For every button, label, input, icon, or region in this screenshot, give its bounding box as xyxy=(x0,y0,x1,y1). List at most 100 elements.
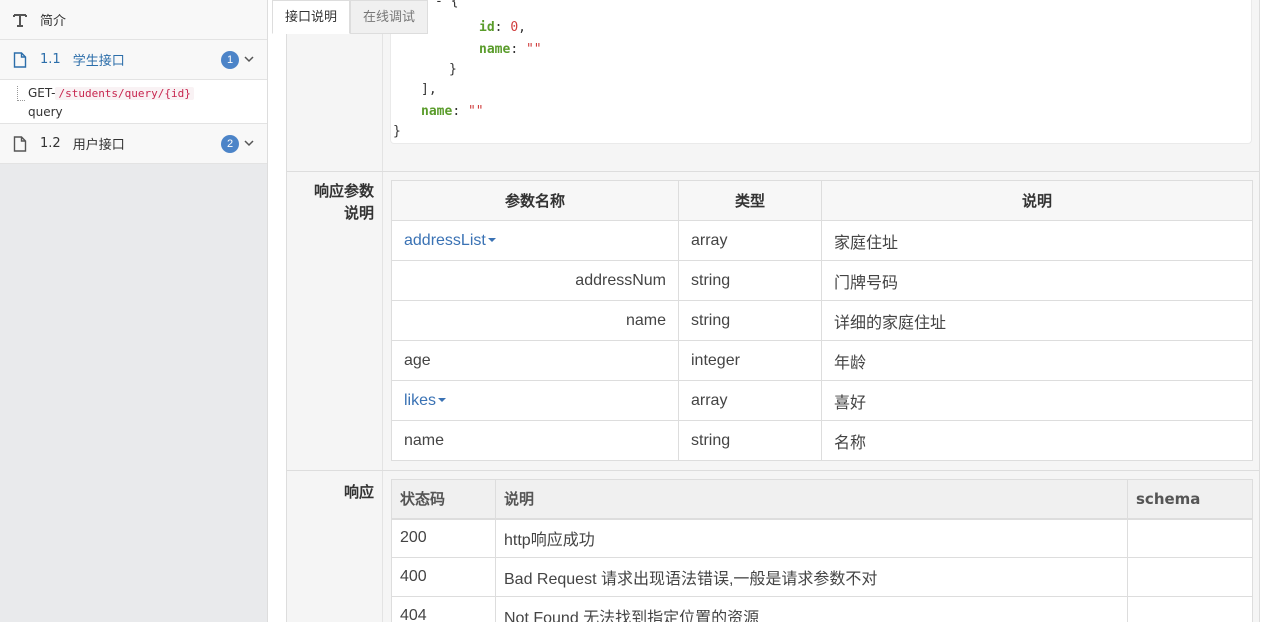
sidebar-item-students[interactable]: 1.1 学生接口 1 xyxy=(0,40,267,80)
sidebar-item-number: 1.2 xyxy=(40,136,61,151)
json-value: 0 xyxy=(510,20,519,35)
status-code-cell: 404 xyxy=(391,596,496,622)
json-example: - { id: 0, name: "" } ], name: "" } xyxy=(390,0,1252,144)
sidebar-item-label: 用户接口 xyxy=(72,138,125,153)
count-badge: 2 xyxy=(221,135,239,153)
table-row: name string 详细的家庭住址 xyxy=(391,300,1253,341)
row-label-line: 说明 xyxy=(343,204,374,222)
code-line: name: "" xyxy=(479,42,542,57)
param-type-cell: array xyxy=(678,380,822,421)
table-row: 404 Not Found 无法找到指定位置的资源 xyxy=(391,596,1253,622)
param-name-cell: age xyxy=(391,340,679,381)
chevron-down-icon[interactable] xyxy=(243,53,255,65)
param-name-cell: name xyxy=(391,300,679,341)
text-icon xyxy=(12,12,28,28)
tab-online-debug[interactable]: 在线调试 xyxy=(350,0,429,34)
table-row: name string 名称 xyxy=(391,420,1253,461)
response-params-row: 响应参数 说明 参数名称 类型 说明 addressList array 家庭住… xyxy=(287,172,1259,471)
param-type-cell: string xyxy=(678,260,822,301)
responses-row: 响应 状态码 说明 schema 200 http响应成功 400 Bad Re… xyxy=(287,471,1259,622)
table-row: addressNum string 门牌号码 xyxy=(391,260,1253,301)
param-type-cell: array xyxy=(678,220,822,261)
param-name-cell: addressNum xyxy=(391,260,679,301)
param-name-cell[interactable]: addressList xyxy=(391,220,679,261)
status-desc-cell: http响应成功 xyxy=(495,518,1128,558)
tab-api-doc[interactable]: 接口说明 xyxy=(272,0,351,34)
code-line: } xyxy=(449,62,457,77)
expand-link[interactable]: addressList xyxy=(404,232,486,249)
code-line: name: "" xyxy=(421,104,484,119)
row-label: 响应 xyxy=(343,483,374,501)
expand-link[interactable]: likes xyxy=(404,392,436,409)
param-type-cell: integer xyxy=(678,340,822,381)
table-row: likes array 喜好 xyxy=(391,380,1253,421)
param-type-cell: string xyxy=(678,420,822,461)
table-row: age integer 年龄 xyxy=(391,340,1253,381)
row-body: 参数名称 类型 说明 addressList array 家庭住址 addres… xyxy=(382,172,1259,470)
doc-content: - { id: 0, name: "" } ], name: "" } 响应参数… xyxy=(286,0,1260,622)
param-desc-cell: 门牌号码 xyxy=(821,260,1253,301)
table-row: addressList array 家庭住址 xyxy=(391,220,1253,261)
sidebar-subitem-query[interactable]: GET-/students/query/{id} query xyxy=(0,80,267,124)
column-header: 类型 xyxy=(678,180,822,221)
json-key: name xyxy=(479,42,511,57)
param-desc-cell: 家庭住址 xyxy=(821,220,1253,261)
endpoint-name: query xyxy=(28,105,63,119)
json-sep: : xyxy=(494,20,511,35)
schema-cell xyxy=(1127,518,1253,558)
tree-connector xyxy=(17,86,18,101)
param-name-cell[interactable]: likes xyxy=(391,380,679,421)
param-desc-cell: 名称 xyxy=(821,420,1253,461)
row-body: - { id: 0, name: "" } ], name: "" } xyxy=(382,0,1259,171)
schema-cell xyxy=(1127,596,1253,622)
sidebar-item-users[interactable]: 1.2 用户接口 2 xyxy=(0,124,267,164)
http-method: GET- xyxy=(28,86,56,100)
row-label: 响应参数 说明 xyxy=(287,180,382,224)
tree-connector xyxy=(17,100,25,101)
row-body: 状态码 说明 schema 200 http响应成功 400 Bad Reque… xyxy=(382,471,1259,622)
schema-cell xyxy=(1127,557,1253,597)
json-value: "" xyxy=(525,42,542,57)
table-header-row: 参数名称 类型 说明 xyxy=(391,180,1253,221)
caret-down-icon[interactable] xyxy=(438,398,447,403)
param-type-cell: string xyxy=(678,300,822,341)
param-desc-cell: 喜好 xyxy=(821,380,1253,421)
json-sep: : xyxy=(510,42,526,57)
param-desc-cell: 年龄 xyxy=(821,340,1253,381)
sidebar-item-label: 简介 xyxy=(40,14,67,29)
response-params-table: 参数名称 类型 说明 addressList array 家庭住址 addres… xyxy=(391,180,1253,461)
sidebar-item-label: 学生接口 xyxy=(72,54,125,69)
json-sep: , xyxy=(518,20,526,35)
column-header: schema xyxy=(1127,479,1253,520)
endpoint-path: /students/query/{id} xyxy=(55,87,194,100)
column-header: 说明 xyxy=(495,479,1128,520)
json-key: id xyxy=(479,20,495,35)
doc-tabs: 接口说明 在线调试 xyxy=(272,0,429,34)
status-desc-cell: Not Found 无法找到指定位置的资源 xyxy=(495,596,1128,622)
sidebar-item-number: 1.1 xyxy=(40,52,61,67)
column-header: 说明 xyxy=(821,180,1253,221)
code-line: id: 0, xyxy=(479,20,526,35)
row-label-line: 响应参数 xyxy=(313,182,374,200)
chevron-down-icon[interactable] xyxy=(243,137,255,149)
column-header: 状态码 xyxy=(391,479,496,520)
param-desc-cell: 详细的家庭住址 xyxy=(821,300,1253,341)
responses-table: 状态码 说明 schema 200 http响应成功 400 Bad Reque… xyxy=(391,479,1253,622)
code-line: } xyxy=(393,124,401,139)
status-desc-cell: Bad Request 请求出现语法错误,一般是请求参数不对 xyxy=(495,557,1128,597)
json-value: "" xyxy=(467,104,484,119)
status-code-cell: 200 xyxy=(391,518,496,558)
status-code-cell: 400 xyxy=(391,557,496,597)
sidebar-item-intro[interactable]: 简介 xyxy=(0,0,267,40)
table-header-row: 状态码 说明 schema xyxy=(391,479,1253,520)
json-sep: : xyxy=(452,104,468,119)
code-line: ], xyxy=(421,82,437,97)
sidebar: 简介 1.1 学生接口 1 GET-/students/query/{id} q… xyxy=(0,0,268,622)
table-row: 200 http响应成功 xyxy=(391,518,1253,558)
caret-down-icon[interactable] xyxy=(487,238,496,243)
param-name-cell: name xyxy=(391,420,679,461)
file-icon xyxy=(12,135,28,152)
json-key: name xyxy=(421,104,453,119)
column-header: 参数名称 xyxy=(391,180,679,221)
main-panel: - { id: 0, name: "" } ], name: "" } 响应参数… xyxy=(272,0,1266,622)
